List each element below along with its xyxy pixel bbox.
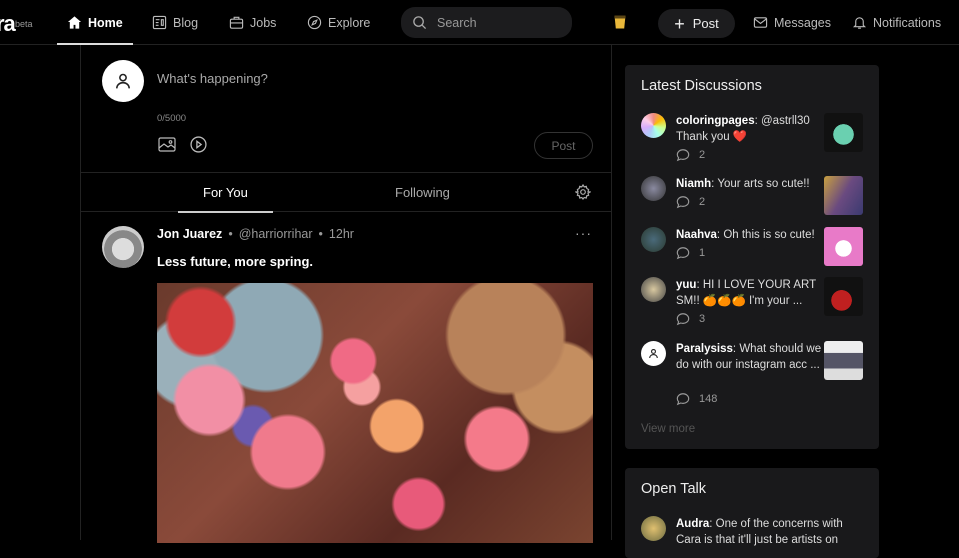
composer-avatar[interactable] <box>102 60 144 102</box>
tab-following[interactable]: Following <box>395 173 450 212</box>
nav-home[interactable]: Home <box>57 0 133 45</box>
blog-icon <box>152 15 167 30</box>
video-icon[interactable] <box>190 136 207 153</box>
discussion-text: coloringpages: @astrll30 Thank you ❤️ <box>676 115 810 143</box>
open-talk-panel: Open Talk Audra: One of the concerns wit… <box>625 468 879 558</box>
cup-icon[interactable] <box>614 15 626 29</box>
compass-icon <box>307 15 322 30</box>
plus-icon: + <box>674 13 685 34</box>
top-navigation-bar: ra beta Home Blog Jobs Explore Search + … <box>0 0 959 45</box>
discussion-text: Paralysiss: What should we do with our i… <box>676 343 822 371</box>
separator: • <box>228 227 233 241</box>
mail-icon <box>753 17 768 28</box>
post-author-avatar[interactable] <box>102 226 144 268</box>
comment-count: 2 <box>676 195 705 209</box>
comment-icon <box>676 247 690 260</box>
character-counter: 0/5000 <box>157 113 187 124</box>
nav-explore-label: Explore <box>328 15 371 30</box>
feed-tabs: For You Following <box>81 172 611 213</box>
gear-icon[interactable] <box>575 184 591 200</box>
thumbnail <box>824 341 863 380</box>
search-placeholder: Search <box>437 15 477 30</box>
image-icon[interactable] <box>158 137 176 152</box>
avatar <box>641 341 666 366</box>
thumbnail <box>824 176 863 215</box>
composer-post-button[interactable]: Post <box>534 132 593 159</box>
composer-input[interactable]: What's happening? <box>157 71 268 86</box>
latest-discussions-panel: Latest Discussions coloringpages: @astrl… <box>625 65 879 449</box>
discussion-text: Niamh: Your arts so cute!! <box>676 178 810 190</box>
avatar <box>641 227 666 252</box>
nav-blog-label: Blog <box>173 15 199 30</box>
comment-count: 2 <box>676 148 705 162</box>
tab-for-you[interactable]: For You <box>178 173 273 213</box>
panel-title: Open Talk <box>641 481 707 497</box>
feed-column: What's happening? 0/5000 Post For You Fo… <box>80 45 612 543</box>
discussion-text: Audra: One of the concerns with Cara is … <box>676 518 843 546</box>
comment-count: 3 <box>676 312 705 326</box>
new-post-label: Post <box>692 16 719 31</box>
thumbnail <box>824 277 863 316</box>
view-more-link[interactable]: View more <box>641 423 695 435</box>
comment-count: 1 <box>676 246 705 260</box>
nav-jobs-label: Jobs <box>250 15 277 30</box>
thumbnail <box>824 113 863 152</box>
discussion-text: Naahva: Oh this is so cute! <box>676 229 815 241</box>
nav-explore[interactable]: Explore <box>307 0 370 45</box>
user-icon <box>649 348 658 359</box>
post-author-name[interactable]: Jon Juarez <box>157 227 222 241</box>
comment-icon <box>676 149 690 162</box>
new-post-button[interactable]: + Post <box>658 9 735 38</box>
home-icon <box>67 16 82 29</box>
messages-label: Messages <box>774 15 831 30</box>
notifications-label: Notifications <box>873 15 942 30</box>
comment-icon <box>676 393 690 406</box>
nav-notifications[interactable]: Notifications <box>852 0 941 45</box>
search-input[interactable]: Search <box>401 7 572 38</box>
post-text: Less future, more spring. <box>157 254 314 269</box>
nav-jobs[interactable]: Jobs <box>229 0 276 45</box>
discussion-text: yuu: HI I LOVE YOUR ART SM!! 🍊🍊🍊 I'm you… <box>676 279 816 307</box>
separator: • <box>318 227 323 241</box>
post-image[interactable] <box>157 283 593 543</box>
avatar <box>641 113 666 138</box>
nav-blog[interactable]: Blog <box>152 0 198 45</box>
nav-messages[interactable]: Messages <box>753 0 831 45</box>
nav-home-label: Home <box>88 15 123 30</box>
post-author-handle[interactable]: @harriorrihar <box>239 227 313 241</box>
user-icon <box>116 73 130 89</box>
search-icon <box>413 16 427 30</box>
comment-icon <box>676 313 690 326</box>
post-meta: Jon Juarez • @harriorrihar • 12hr <box>157 227 354 241</box>
comment-icon <box>676 196 690 209</box>
beta-badge: beta <box>15 19 33 29</box>
panel-title: Latest Discussions <box>641 78 762 94</box>
comment-count: 148 <box>676 392 717 406</box>
avatar <box>641 176 666 201</box>
post-time: 12hr <box>328 227 354 241</box>
more-options-icon[interactable]: ··· <box>575 225 592 241</box>
avatar <box>641 277 666 302</box>
avatar <box>641 516 666 541</box>
bell-icon <box>852 17 867 29</box>
logo[interactable]: ra <box>0 11 16 37</box>
thumbnail <box>824 227 863 266</box>
briefcase-icon <box>229 16 244 29</box>
